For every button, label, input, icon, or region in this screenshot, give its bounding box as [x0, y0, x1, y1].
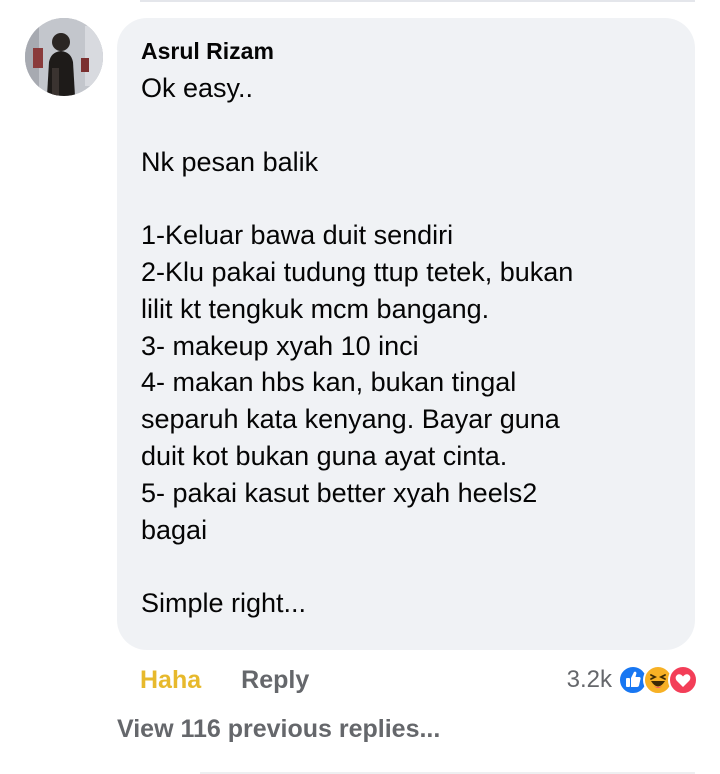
- comment-line: duit kot bukan guna ayat cinta.: [141, 440, 508, 471]
- reaction-summary[interactable]: 3.2k: [567, 662, 698, 698]
- comment-line: separuh kata kenyang. Bayar guna: [141, 404, 560, 435]
- comment-bubble: Asrul Rizam Ok easy.. Nk pesan balik 1-K…: [117, 18, 695, 650]
- comment-body: Ok easy.. Nk pesan balik 1-Keluar bawa d…: [141, 70, 671, 622]
- comment-line: [141, 548, 671, 585]
- comment-line: Ok easy..: [141, 73, 254, 103]
- comment-actions: Haha Reply: [140, 664, 309, 696]
- view-previous-replies-link[interactable]: View 116 previous replies...: [117, 715, 440, 744]
- avatar-photo: [25, 18, 103, 96]
- comment-line: 1-Keluar bawa duit sendiri: [141, 220, 454, 251]
- comment-line: Nk pesan balik: [141, 146, 319, 177]
- reaction-icons: [618, 665, 698, 695]
- comment-author[interactable]: Asrul Rizam: [141, 36, 671, 66]
- comment-line: 2-Klu pakai tudung ttup tetek, bukan: [141, 256, 574, 287]
- comment-line: 4- makan hbs kan, bukan tingal: [141, 367, 517, 398]
- comment-line: 5- pakai kasut better xyah heels2: [141, 477, 538, 508]
- comment-line: [141, 180, 671, 217]
- reply-button[interactable]: Reply: [241, 666, 309, 695]
- comment-line: [141, 107, 671, 144]
- comment-line: 3- makeup xyah 10 inci: [141, 330, 419, 361]
- comment-line: bagai: [141, 514, 208, 545]
- love-icon: [668, 665, 698, 695]
- avatar[interactable]: [25, 18, 103, 96]
- comment-line: lilit kt tengkuk mcm bangang.: [141, 293, 490, 324]
- haha-reaction-button[interactable]: Haha: [140, 666, 201, 695]
- divider-top: [140, 0, 695, 2]
- reaction-count: 3.2k: [566, 666, 612, 693]
- comment-line: Simple right...: [141, 588, 307, 619]
